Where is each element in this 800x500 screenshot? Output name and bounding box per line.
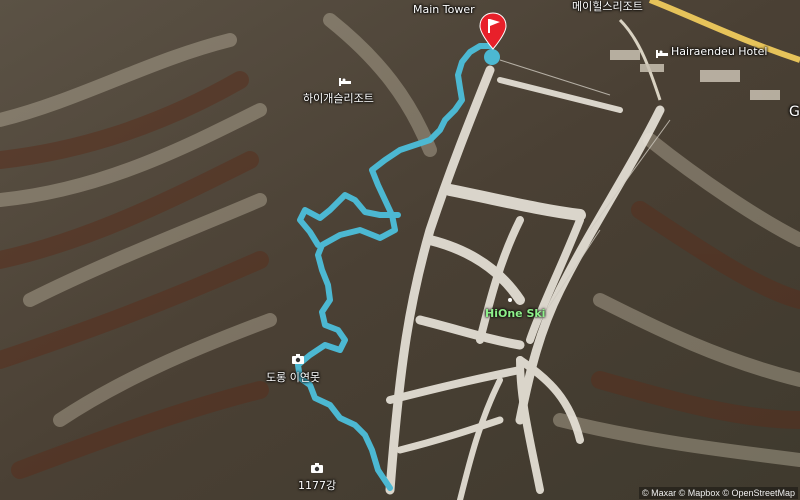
label-mayhills-resort: 메이힐스리조트 xyxy=(572,0,643,13)
label-main-tower: Main Tower xyxy=(413,3,475,16)
route-end-marker xyxy=(484,49,500,65)
label-hione-ski: HiOne Ski xyxy=(485,307,546,320)
flag-icon[interactable] xyxy=(478,12,508,50)
route-layer xyxy=(295,43,500,491)
label-peak-1177: 1177강 xyxy=(298,479,337,492)
label-dodong-park: 도롱 이연못 xyxy=(266,371,321,384)
label-edge-g: G xyxy=(789,104,800,120)
hotel-icon xyxy=(339,78,351,86)
hotel-icon xyxy=(656,50,668,58)
label-hairaendeu-hotel: Hairaendeu Hotel xyxy=(671,45,768,58)
camera-icon xyxy=(292,354,304,364)
map-view[interactable]: Main Tower 메이힐스리조트 Hairaendeu Hotel 하이개슬… xyxy=(0,0,800,500)
ski-area-dot xyxy=(508,298,512,302)
camera-icon xyxy=(311,463,323,473)
route-path[interactable] xyxy=(295,43,495,491)
map-attribution[interactable]: © Maxar © Mapbox © OpenStreetMap xyxy=(639,487,798,499)
label-high1-resort: 하이개슬리조트 xyxy=(303,92,374,105)
